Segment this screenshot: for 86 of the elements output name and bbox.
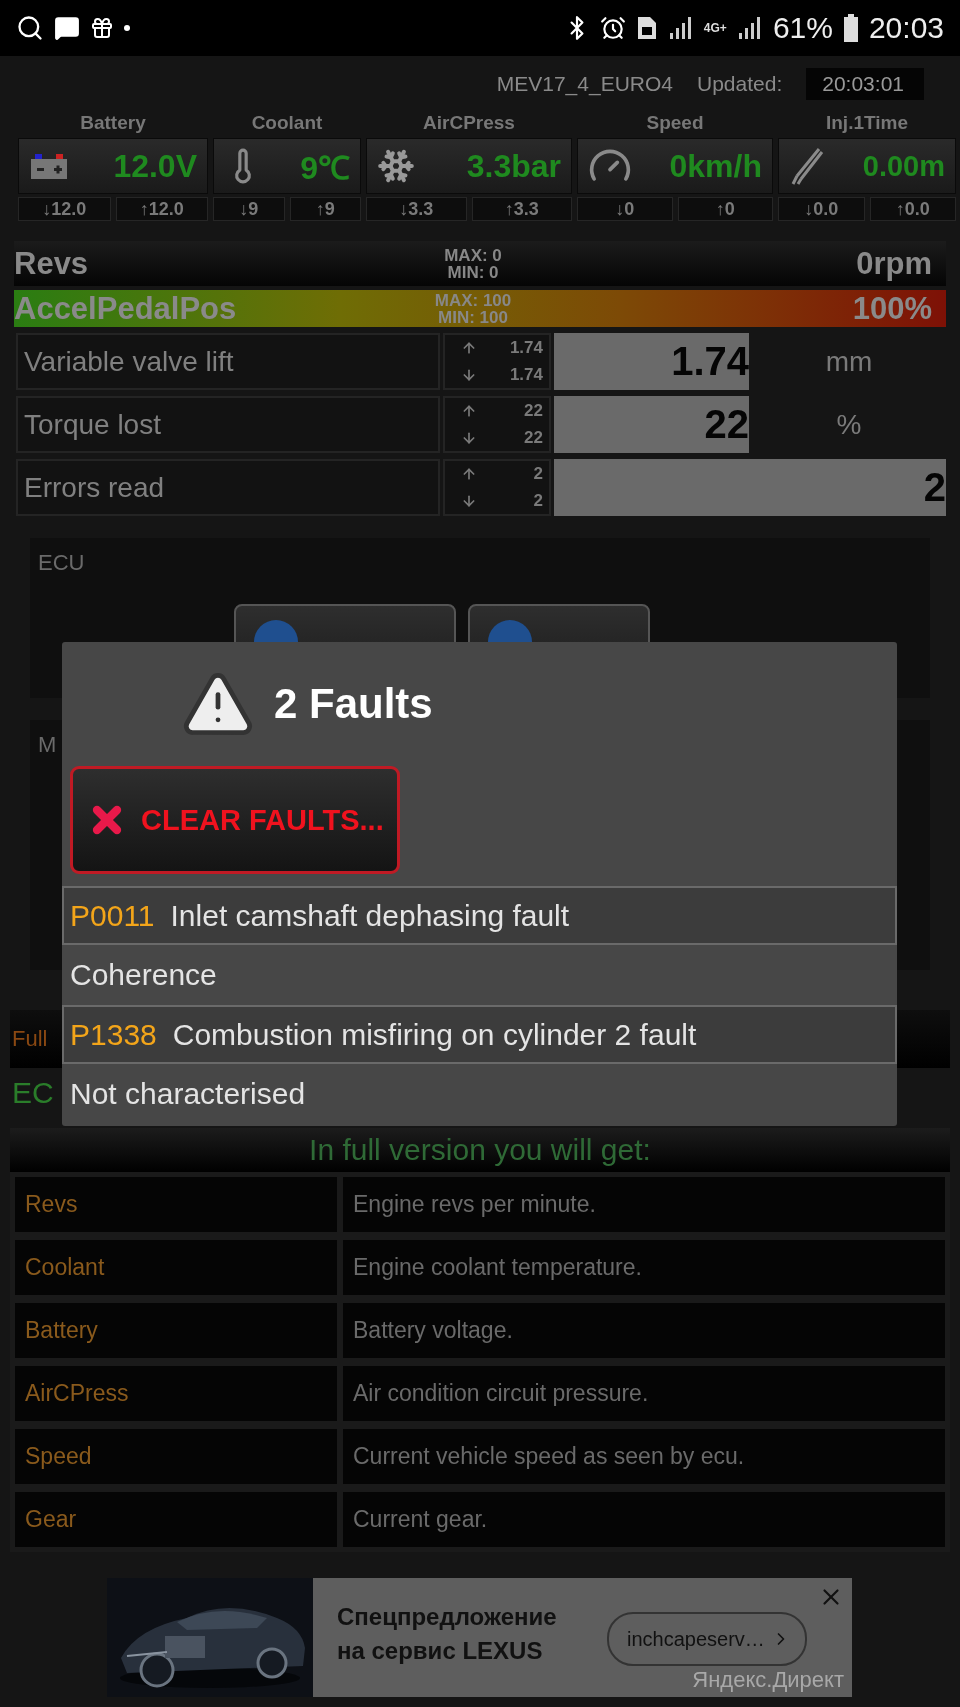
bar-value: 100% <box>851 290 933 327</box>
gauge-max: ↑9 <box>289 197 361 221</box>
param-value: 2 <box>554 459 946 516</box>
gauge-label: AirCPress <box>422 112 516 135</box>
fault-row[interactable]: P0011 Inlet camshaft dephasing fault <box>62 886 897 945</box>
dialog-title: 2 Faults <box>274 680 433 728</box>
gauge-max: ↑0.0 <box>869 197 956 221</box>
feature-name: Speed <box>15 1429 337 1484</box>
message-icon <box>54 15 80 41</box>
alarm-icon <box>599 15 626 41</box>
gauge-label: Coolant <box>250 112 324 135</box>
bar-min: MIN: 0 <box>447 263 499 281</box>
gauge-value: 0km/h <box>668 147 762 185</box>
battery-percent: 61% <box>772 11 833 45</box>
gift-icon <box>90 16 114 40</box>
ad-headline: Спецпредложение на сервис LEXUS <box>337 1602 558 1666</box>
ad-banner[interactable]: Спецпредложение на сервис LEXUS inchcapeserv… Яндекс.Директ <box>107 1578 852 1697</box>
param-unit: % <box>835 407 863 442</box>
max-value: 1.74 <box>508 338 543 359</box>
full-version-text: Full <box>11 1026 48 1052</box>
bar-max: MAX: 100 <box>434 291 512 309</box>
param-value: 22 <box>554 396 749 453</box>
feature-description: Engine revs per minute. <box>343 1177 945 1232</box>
min-value: 1.74 <box>508 364 543 385</box>
bar-min: MIN: 100 <box>438 308 508 326</box>
ecu-name: MEV17_4_EURO4 <box>496 72 673 96</box>
param-value: 1.74 <box>554 333 749 390</box>
param-label: Errors read <box>16 459 440 516</box>
bar-label: Revs <box>14 245 90 282</box>
network-type: 4G+ <box>703 21 727 35</box>
feature-description: Battery voltage. <box>343 1303 945 1358</box>
dot-icon <box>124 25 130 31</box>
ecu-heading: EC <box>12 1076 54 1111</box>
feature-name: Gear <box>15 1492 337 1547</box>
clear-faults-button[interactable]: CLEAR FAULTS... <box>70 766 400 874</box>
updated-time: 20:03:01 <box>806 68 924 100</box>
updated-label: Updated: <box>697 72 783 96</box>
gauge-value: 0.00m <box>861 149 945 183</box>
feature-name: Coolant <box>15 1240 337 1295</box>
param-unit: mm <box>824 344 874 379</box>
clock: 20:03 <box>868 11 944 45</box>
signal-icon <box>667 15 694 41</box>
feature-name: AirCPress <box>15 1366 337 1421</box>
gauge-value: 12.0V <box>112 147 197 185</box>
fault-row[interactable]: P1338 Combustion misfiring on cylinder 2 fault <box>62 1005 897 1064</box>
gauge-value: 3.3bar <box>465 147 561 185</box>
gauge-min: ↓0 <box>577 197 673 221</box>
snowflake-icon <box>377 147 415 185</box>
gauge-label: Inj.1Time <box>825 112 909 135</box>
gauge-min: ↓9 <box>213 197 285 221</box>
max-value: 2 <box>532 464 543 485</box>
gauge-min: ↓0.0 <box>778 197 865 221</box>
ad-link[interactable]: inchcapeserv… <box>607 1612 807 1666</box>
bar-label: AccelPedalPos <box>14 290 238 327</box>
feature-description: Current vehicle speed as seen by ecu. <box>343 1429 945 1484</box>
bar-max: MAX: 0 <box>444 246 502 264</box>
gauge-label: Speed <box>645 112 705 135</box>
param-label: Variable valve lift <box>16 333 440 390</box>
fault-detail: Coherence <box>69 957 218 993</box>
min-value: 22 <box>523 427 543 448</box>
fault-detail: Not characterised <box>69 1076 307 1112</box>
panel-title: M <box>38 732 57 757</box>
ad-source: Яндекс.Директ <box>692 1667 844 1693</box>
feature-description: Current gear. <box>343 1492 945 1547</box>
gauge-label: Battery <box>79 112 147 135</box>
min-value: 2 <box>532 490 543 511</box>
sim-card-icon <box>635 15 658 41</box>
gauge-max: ↑3.3 <box>471 197 572 221</box>
feature-description: Air condition circuit pressure. <box>343 1366 945 1421</box>
gauge-min: ↓12.0 <box>18 197 111 221</box>
gauge-max: ↑0 <box>677 197 773 221</box>
panel-title: ECU <box>38 550 85 575</box>
bar-value: 0rpm <box>855 245 933 282</box>
battery-icon <box>842 14 859 42</box>
battery-icon <box>29 151 69 181</box>
param-label: Torque lost <box>16 396 440 453</box>
features-title: In full version you will get: <box>10 1128 950 1172</box>
gauge-value: 9℃ <box>299 148 350 188</box>
max-value: 22 <box>523 401 543 422</box>
gauge-max: ↑12.0 <box>115 197 208 221</box>
feature-description: Engine coolant temperature. <box>343 1240 945 1295</box>
gauge-min: ↓3.3 <box>366 197 467 221</box>
signal-icon <box>736 15 763 41</box>
feature-name: Battery <box>15 1303 337 1358</box>
feature-name: Revs <box>15 1177 337 1232</box>
search-icon <box>16 14 44 42</box>
